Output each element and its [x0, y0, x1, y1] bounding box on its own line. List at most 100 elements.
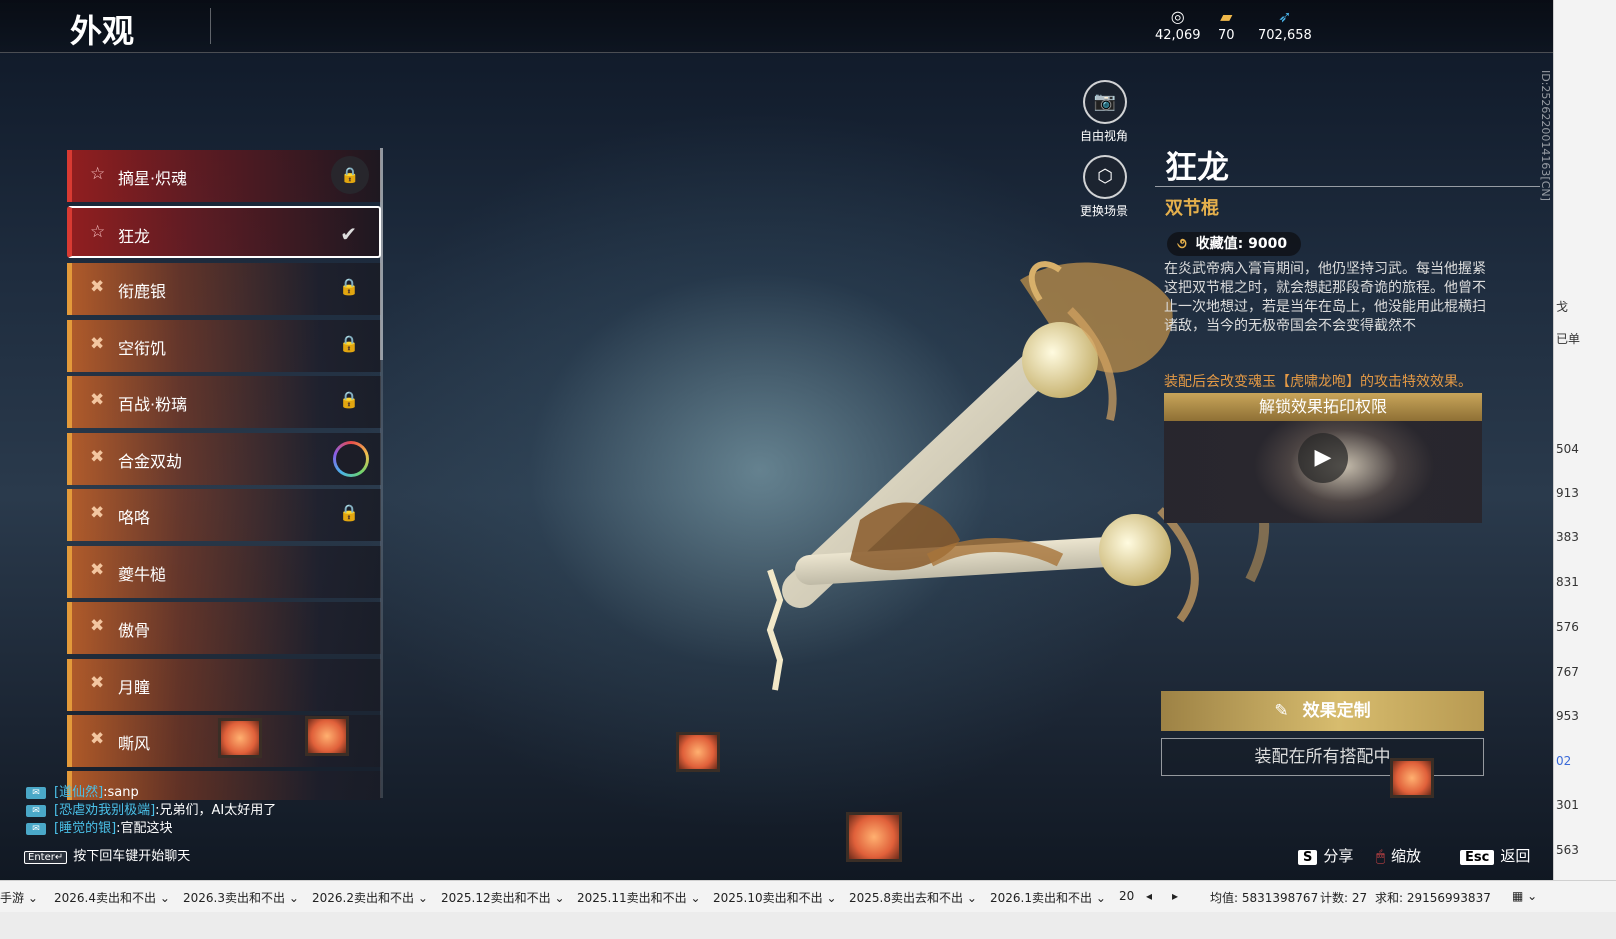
- sheet-tab[interactable]: 2026.2卖出和不出 ⌄: [312, 889, 428, 906]
- currency-value: 70: [1218, 28, 1235, 43]
- cross-icon: ✖: [90, 334, 105, 354]
- lock-icon: 🔒: [339, 390, 359, 409]
- cross-icon: ✖: [90, 616, 105, 636]
- list-item[interactable]: ✖ 衔鹿银 🔒: [67, 263, 381, 315]
- free-view-label[interactable]: 自由视角: [1064, 127, 1144, 144]
- currency-value: 702,658: [1258, 28, 1312, 43]
- sheet-tab[interactable]: 2025.8卖出去和不出 ⌄: [849, 889, 977, 906]
- edge-number: 913: [1556, 486, 1579, 500]
- cross-icon: ✖: [90, 673, 105, 693]
- chat-sender[interactable]: [睡觉的银]: [54, 821, 116, 836]
- list-item-label: 百战·粉璃: [118, 395, 188, 414]
- sheet-tab[interactable]: 2026.1卖出和不出 ⌄: [990, 889, 1106, 906]
- list-item[interactable]: ✖ 傲骨: [67, 602, 381, 654]
- list-item-selected[interactable]: ☆ 狂龙 ✔: [67, 206, 381, 258]
- edge-text: 已单: [1556, 332, 1581, 346]
- cross-icon: ✖: [90, 729, 105, 749]
- list-item[interactable]: ✖ 空衔饥 🔒: [67, 320, 381, 372]
- sheet-tab[interactable]: 2025.11卖出和不出 ⌄: [577, 889, 701, 906]
- edge-number: 563: [1556, 843, 1579, 857]
- status-count: 计数: 27: [1320, 891, 1368, 905]
- list-item[interactable]: ✖ 咯咯 🔒: [67, 489, 381, 541]
- player-id: ID:2526220014163[CN]: [1539, 70, 1552, 201]
- lock-icon: 🔒: [339, 334, 359, 353]
- effect-preview-video[interactable]: ▶: [1164, 421, 1482, 523]
- sheet-tab[interactable]: 2025.12卖出和不出 ⌄: [441, 889, 565, 906]
- lantern: [218, 718, 262, 758]
- list-item[interactable]: ☆ 摘星·炽魂 🔒: [67, 150, 381, 202]
- cross-icon: ✖: [90, 390, 105, 410]
- list-item[interactable]: ✖ 月瞳: [67, 659, 381, 711]
- chat-sender[interactable]: [恐虐劝我别极端]: [54, 803, 155, 818]
- play-icon[interactable]: ▶: [1298, 433, 1348, 483]
- chat-channel-icon: ✉: [26, 804, 46, 817]
- check-icon: ✔: [340, 222, 357, 246]
- grid-view-icon[interactable]: ▦ ⌄: [1512, 889, 1537, 903]
- edge-number: 383: [1556, 530, 1579, 544]
- lock-icon: 🔒: [339, 503, 359, 522]
- enter-key: Enter↵: [24, 851, 68, 864]
- sheet-tab[interactable]: 手游 ⌄: [0, 889, 38, 906]
- list-item-label: 摘星·炽魂: [118, 169, 188, 188]
- title-divider: [210, 8, 211, 44]
- tab-scroll-left-icon[interactable]: ◂: [1146, 889, 1152, 903]
- collection-value: 9000: [1248, 236, 1288, 252]
- chat-channel-icon: ✉: [26, 786, 46, 799]
- lantern: [846, 812, 902, 862]
- list-item-label: 嘶风: [118, 734, 151, 753]
- coin-icon: ◎: [1170, 7, 1185, 26]
- sheet-tab[interactable]: 20: [1119, 889, 1134, 903]
- camera-icon[interactable]: 📷: [1083, 80, 1127, 124]
- item-description: 在炎武帝病入膏肓期间，他仍坚持习武。每当他握紧这把双节棍之时，就会想起那段奇诡的…: [1164, 261, 1486, 334]
- list-item[interactable]: ✖ 合金双劫: [67, 433, 381, 485]
- customize-effect-button[interactable]: ✎ 效果定制: [1161, 691, 1484, 731]
- chat-input-hint[interactable]: Enter↵ 按下回车键开始聊天: [24, 845, 190, 864]
- edge-number: 953: [1556, 709, 1579, 723]
- chat-hint-text: 按下回车键开始聊天: [73, 849, 191, 864]
- chat-channel-icon: ✉: [26, 822, 46, 835]
- sheet-tab[interactable]: 2026.4卖出和不出 ⌄: [54, 889, 170, 906]
- list-item[interactable]: ✖ 百战·粉璃 🔒: [67, 376, 381, 428]
- currency-feather: ➶ 702,658: [1258, 6, 1312, 43]
- list-item-label: 傲骨: [118, 621, 151, 640]
- edge-number: 02: [1556, 754, 1572, 768]
- edge-number: 831: [1556, 575, 1579, 589]
- lantern: [1390, 758, 1434, 798]
- ticket-icon: ▰: [1220, 7, 1233, 26]
- chat-log: ✉ [道仙然]:sanp ✉ [恐虐劝我别极端]:兄弟们，AI太好用了 ✉ [睡觉的银…: [26, 784, 276, 838]
- list-scroll-thumb[interactable]: [380, 148, 383, 360]
- cross-icon: ✖: [90, 560, 105, 580]
- back-hint[interactable]: Esc 返回: [1460, 845, 1530, 866]
- window-bottom: [0, 912, 1616, 939]
- sheet-tab[interactable]: 2025.10卖出和不出 ⌄: [713, 889, 837, 906]
- equip-all-button[interactable]: 装配在所有搭配中: [1161, 738, 1484, 776]
- star-icon: ☆: [90, 164, 106, 184]
- scene-cube-icon[interactable]: ⬡: [1083, 155, 1127, 199]
- collection-value-badge: ૭ 收藏值: 9000: [1167, 232, 1302, 256]
- mouse-icon: 🖱: [1376, 847, 1386, 865]
- sheet-tab-bar: 手游 ⌄ 2026.4卖出和不出 ⌄ 2026.3卖出和不出 ⌄ 2026.2卖…: [0, 880, 1616, 913]
- edge-text: 戈: [1556, 300, 1569, 314]
- chat-message: :兄弟们，AI太好用了: [155, 803, 277, 818]
- tab-scroll-right-icon[interactable]: ▸: [1172, 889, 1178, 903]
- status-sum: 求和: 29156993837: [1375, 891, 1491, 905]
- chat-sender[interactable]: [道仙然]: [54, 785, 103, 800]
- list-item-label: 衔鹿银: [118, 282, 167, 301]
- share-hint[interactable]: S 分享: [1298, 845, 1353, 866]
- top-bar: 外观 ◎ 42,069 ▰ 70 ➶ 702,658: [0, 0, 1600, 53]
- list-item[interactable]: ✖ 夔牛槌: [67, 546, 381, 598]
- list-item-label: 狂龙: [118, 227, 151, 246]
- zoom-hint[interactable]: 🖱 缩放: [1376, 845, 1421, 866]
- list-item-label: 月瞳: [118, 678, 151, 697]
- change-scene-label[interactable]: 更换场景: [1064, 202, 1144, 219]
- currency-ticket: ▰ 70: [1218, 6, 1235, 43]
- cross-icon: ✖: [90, 447, 105, 467]
- game-viewport: 外观 ◎ 42,069 ▰ 70 ➶ 702,658 ☆ 摘星·炽魂 🔒 ☆ 狂…: [0, 0, 1600, 902]
- customize-label: 效果定制: [1302, 701, 1371, 721]
- cross-icon: ✖: [90, 277, 105, 297]
- cross-icon: ✖: [90, 503, 105, 523]
- sheet-tab[interactable]: 2026.3卖出和不出 ⌄: [183, 889, 299, 906]
- edge-number: 576: [1556, 620, 1579, 634]
- list-item-label: 咯咯: [118, 508, 151, 527]
- list-item-label: 合金双劫: [118, 452, 183, 471]
